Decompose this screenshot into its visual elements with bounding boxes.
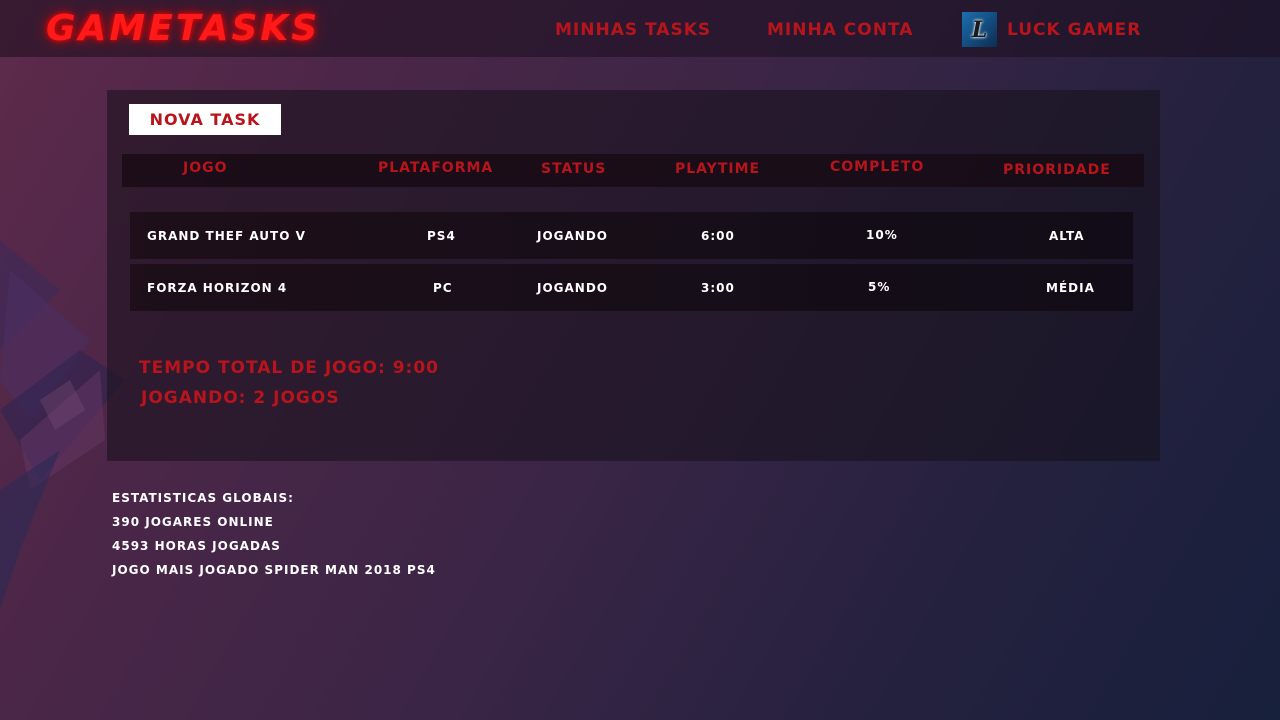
table-header: JOGO PLATAFORMA STATUS PLAYTIME COMPLETO… xyxy=(122,154,1144,187)
cell-game: FORZA HORIZON 4 xyxy=(147,281,288,295)
tasks-panel: NOVA TASK JOGO PLATAFORMA STATUS PLAYTIM… xyxy=(107,90,1160,461)
new-task-button[interactable]: NOVA TASK xyxy=(129,104,281,135)
cell-playtime: 6:00 xyxy=(701,229,735,243)
cell-platform: PC xyxy=(433,281,453,295)
table-row[interactable]: GRAND THEF AUTO V PS4 JOGANDO 6:00 10% A… xyxy=(130,212,1133,259)
global-stats: ESTATISTICAS GLOBAIS: 390 JOGARES ONLINE… xyxy=(112,490,436,586)
column-header-complete[interactable]: COMPLETO xyxy=(830,159,924,175)
nav-my-account[interactable]: MINHA CONTA xyxy=(767,20,913,40)
column-header-playtime[interactable]: PLAYTIME xyxy=(675,161,760,177)
most-played-stat: JOGO MAIS JOGADO SPIDER MAN 2018 PS4 xyxy=(112,563,436,577)
cell-game: GRAND THEF AUTO V xyxy=(147,229,306,243)
cell-status: JOGANDO xyxy=(537,229,609,243)
column-header-priority[interactable]: PRIORIDADE xyxy=(1003,162,1111,178)
players-online-stat: 390 JOGARES ONLINE xyxy=(112,515,274,529)
table-row[interactable]: FORZA HORIZON 4 PC JOGANDO 3:00 5% MÉDIA xyxy=(130,264,1133,311)
user-name-link[interactable]: LUCK GAMER xyxy=(1007,20,1141,40)
user-avatar[interactable]: L xyxy=(962,12,997,47)
total-playtime-summary: TEMPO TOTAL DE JOGO: 9:00 xyxy=(139,358,440,378)
cell-status: JOGANDO xyxy=(537,281,609,295)
column-header-platform[interactable]: PLATAFORMA xyxy=(378,160,493,176)
cell-complete: 5% xyxy=(868,280,891,294)
hours-played-stat: 4593 HORAS JOGADAS xyxy=(112,539,281,553)
column-header-status[interactable]: STATUS xyxy=(541,161,606,177)
global-stats-title: ESTATISTICAS GLOBAIS: xyxy=(112,491,294,505)
top-navigation-bar: GAMETASKS MINHAS TASKS MINHA CONTA L LUC… xyxy=(0,0,1280,57)
playing-count-summary: JOGANDO: 2 JOGOS xyxy=(141,388,340,408)
cell-priority: ALTA xyxy=(1049,229,1085,243)
cell-complete: 10% xyxy=(866,228,898,242)
avatar-letter-icon: L xyxy=(971,16,988,43)
cell-platform: PS4 xyxy=(427,229,456,243)
cell-priority: MÉDIA xyxy=(1046,281,1095,295)
nav-my-tasks[interactable]: MINHAS TASKS xyxy=(555,20,711,40)
app-logo[interactable]: GAMETASKS xyxy=(46,8,320,49)
column-header-game[interactable]: JOGO xyxy=(183,160,228,176)
cell-playtime: 3:00 xyxy=(701,281,735,295)
